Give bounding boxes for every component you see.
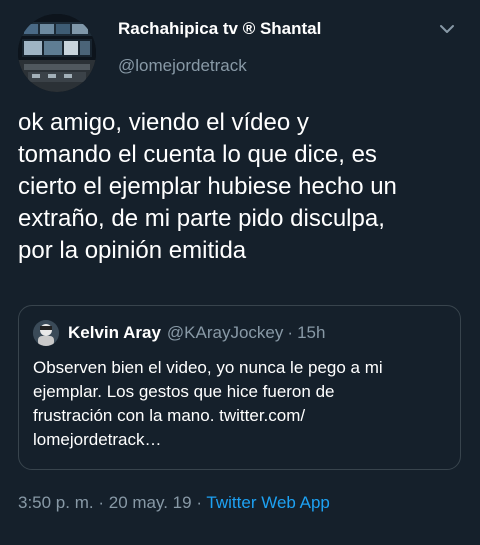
meta-separator: · [98, 493, 105, 512]
tweet-detail: Rachahipica tv ® Shantal @lomejordetrack… [0, 0, 480, 545]
meta-separator: · [196, 493, 202, 512]
tweet-time[interactable]: 3:50 p. m. [18, 493, 94, 512]
quoted-time: 15h [297, 323, 326, 342]
source-app-link[interactable]: Twitter Web App [206, 493, 329, 512]
author-display-name[interactable]: Rachahipica tv ® Shantal [118, 18, 321, 40]
quoted-handle: @KArayJockey [166, 323, 284, 342]
avatar-image [18, 14, 96, 92]
tweet-header: Rachahipica tv ® Shantal @lomejordetrack [18, 12, 462, 92]
quoted-tweet[interactable]: Kelvin Aray @KArayJockey · 15h Observen … [18, 305, 461, 470]
tweet-meta: 3:50 p. m. · 20 may. 19 · Twitter Web Ap… [18, 493, 330, 513]
quoted-separator: · [287, 323, 294, 342]
quoted-text: Observen bien el video, yo nunca le pego… [33, 358, 383, 449]
chevron-down-icon[interactable] [436, 18, 458, 40]
author-names: Rachahipica tv ® Shantal @lomejordetrack [118, 18, 321, 77]
avatar[interactable] [18, 14, 96, 92]
tweet-text: ok amigo, viendo el vídeo y tomando el c… [18, 109, 397, 264]
tweet-date[interactable]: 20 may. 19 [109, 493, 192, 512]
quoted-display-name: Kelvin Aray [68, 323, 161, 342]
quoted-avatar [33, 320, 59, 346]
quoted-tweet-header: Kelvin Aray @KArayJockey · 15h [33, 320, 446, 346]
author-handle[interactable]: @lomejordetrack [118, 55, 321, 77]
